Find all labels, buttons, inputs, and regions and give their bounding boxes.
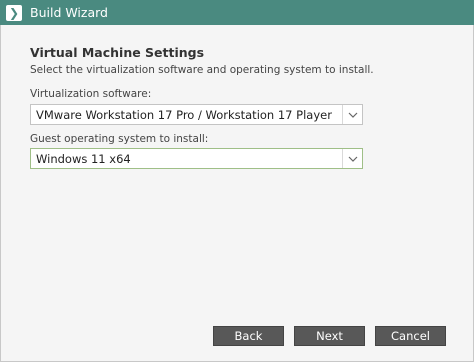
- window-title: Build Wizard: [30, 5, 108, 20]
- next-button[interactable]: Next: [294, 326, 365, 346]
- virtualization-software-value: VMware Workstation 17 Pro / Workstation …: [36, 107, 332, 122]
- back-button[interactable]: Back: [213, 326, 284, 346]
- virtualization-software-select[interactable]: VMware Workstation 17 Pro / Workstation …: [30, 104, 363, 125]
- title-bar: ❯ Build Wizard: [0, 0, 474, 25]
- page-subtitle: Select the virtualization software and o…: [30, 64, 374, 76]
- guest-os-value: Windows 11 x64: [36, 151, 131, 166]
- cancel-button[interactable]: Cancel: [375, 326, 446, 346]
- guest-os-select[interactable]: Windows 11 x64: [30, 148, 363, 169]
- virtualization-software-label: Virtualization software:: [30, 88, 152, 100]
- chevron-down-icon[interactable]: [342, 105, 362, 124]
- wizard-content: Virtual Machine Settings Select the virt…: [0, 25, 474, 362]
- chevron-down-icon[interactable]: [342, 149, 362, 168]
- page-heading: Virtual Machine Settings: [30, 45, 205, 60]
- guest-os-label: Guest operating system to install:: [30, 133, 209, 145]
- chevron-right-icon: ❯: [6, 4, 22, 21]
